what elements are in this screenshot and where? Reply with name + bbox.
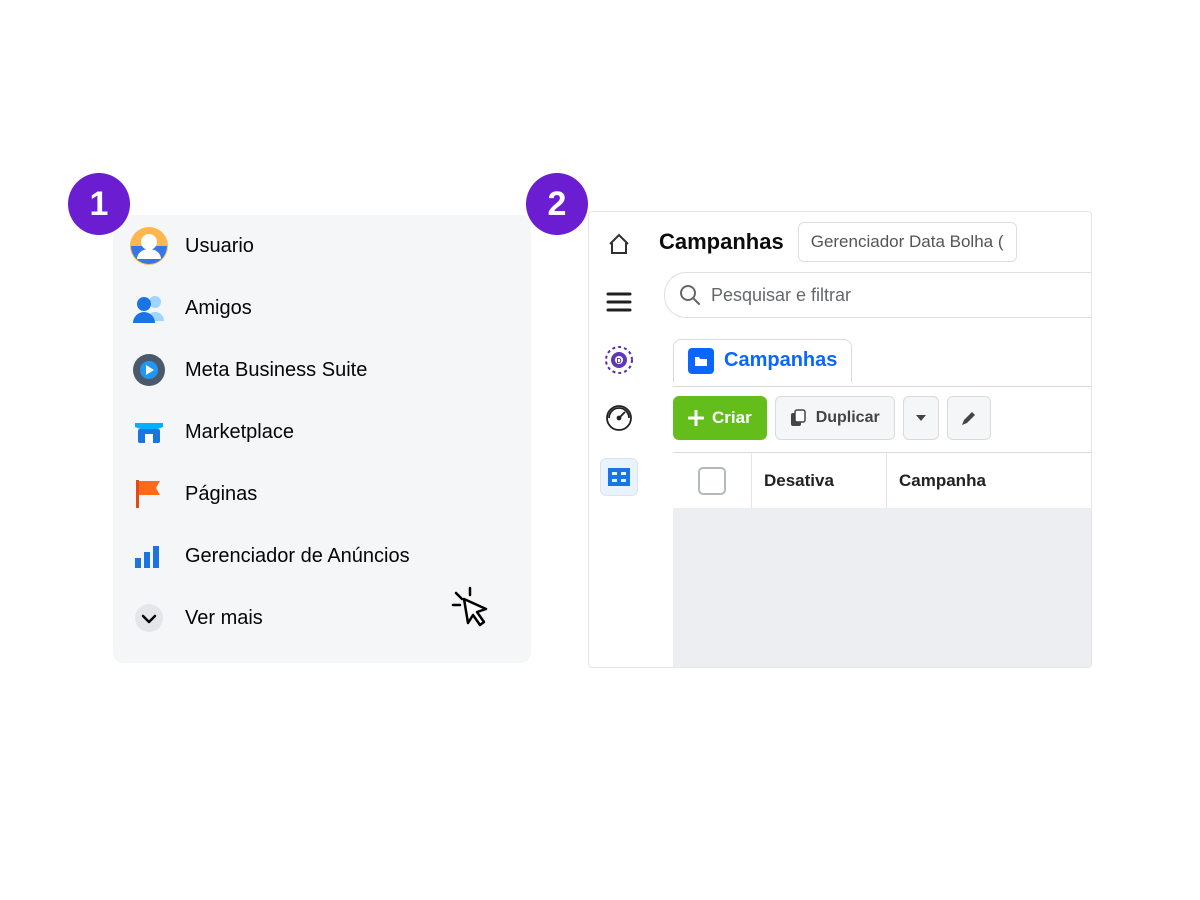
tab-label: Campanhas <box>724 349 837 372</box>
duplicate-label: Duplicar <box>816 409 880 427</box>
duplicate-icon <box>790 409 808 427</box>
marketplace-icon <box>127 417 171 447</box>
sidebar-item-label: Gerenciador de Anúncios <box>185 545 410 568</box>
create-button[interactable]: Criar <box>673 396 767 440</box>
sidebar-item-usuario[interactable]: Usuario <box>113 215 531 277</box>
gauge-icon[interactable] <box>601 400 637 436</box>
sidebar-item-label: Amigos <box>185 297 252 320</box>
search-placeholder: Pesquisar e filtrar <box>711 285 851 306</box>
step-number: 2 <box>548 185 567 224</box>
pencil-icon <box>960 409 978 427</box>
step-badge-2: 2 <box>526 173 588 235</box>
step-number: 1 <box>90 185 109 224</box>
campaigns-table-header: Desativa Campanha <box>673 452 1091 510</box>
plus-icon <box>688 410 704 426</box>
ads-manager-header: Campanhas Gerenciador Data Bolha ( <box>659 222 1091 262</box>
target-icon[interactable]: D <box>601 342 637 378</box>
search-bar[interactable]: Pesquisar e filtrar <box>664 272 1091 318</box>
column-campanha[interactable]: Campanha <box>887 453 1091 509</box>
sidebar-item-amigos[interactable]: Amigos <box>113 277 531 339</box>
sidebar-item-label: Usuario <box>185 235 254 258</box>
create-label: Criar <box>712 408 752 428</box>
chevron-down-icon <box>915 414 927 422</box>
tab-campanhas[interactable]: Campanhas <box>673 339 852 382</box>
account-selector[interactable]: Gerenciador Data Bolha ( <box>798 222 1017 262</box>
pages-flag-icon <box>127 478 171 510</box>
ads-manager-bars-icon <box>127 542 171 570</box>
column-label: Desativa <box>764 471 834 491</box>
campaigns-toolbar: Criar Duplicar <box>673 396 1091 440</box>
edit-button[interactable] <box>947 396 991 440</box>
ads-manager-left-rail: D <box>589 212 649 668</box>
campaigns-tab-row: Campanhas <box>673 334 1091 387</box>
friends-icon <box>127 293 171 323</box>
select-all-checkbox[interactable] <box>673 453 752 509</box>
sidebar-item-label: Meta Business Suite <box>185 359 367 382</box>
sidebar-item-label: Marketplace <box>185 421 294 444</box>
chevron-down-icon <box>127 603 171 633</box>
sidebar-item-ads-manager[interactable]: Gerenciador de Anúncios <box>113 525 531 587</box>
sidebar-item-meta-business-suite[interactable]: Meta Business Suite <box>113 339 531 401</box>
sidebar-item-marketplace[interactable]: Marketplace <box>113 401 531 463</box>
sidebar-item-label: Ver mais <box>185 607 263 630</box>
click-cursor-icon <box>450 585 494 634</box>
column-label: Campanha <box>899 471 986 491</box>
table-grid-icon[interactable] <box>600 458 638 496</box>
column-desativa[interactable]: Desativa <box>752 453 887 509</box>
home-icon[interactable] <box>601 226 637 262</box>
duplicate-dropdown[interactable] <box>903 396 939 440</box>
account-selector-label: Gerenciador Data Bolha ( <box>811 232 1004 252</box>
campaigns-table-body-empty <box>673 508 1091 667</box>
svg-text:D: D <box>616 358 621 365</box>
meta-business-icon <box>127 353 171 387</box>
page-title: Campanhas <box>659 229 784 255</box>
folder-icon <box>688 348 714 374</box>
hamburger-icon[interactable] <box>601 284 637 320</box>
checkbox-icon <box>698 467 726 495</box>
ads-manager-panel: D Campanhas Gerenciado <box>588 211 1092 668</box>
duplicate-button[interactable]: Duplicar <box>775 396 895 440</box>
search-icon <box>679 284 701 306</box>
avatar-icon <box>127 226 171 266</box>
sidebar-item-paginas[interactable]: Páginas <box>113 463 531 525</box>
sidebar-item-label: Páginas <box>185 483 257 506</box>
step-badge-1: 1 <box>68 173 130 235</box>
